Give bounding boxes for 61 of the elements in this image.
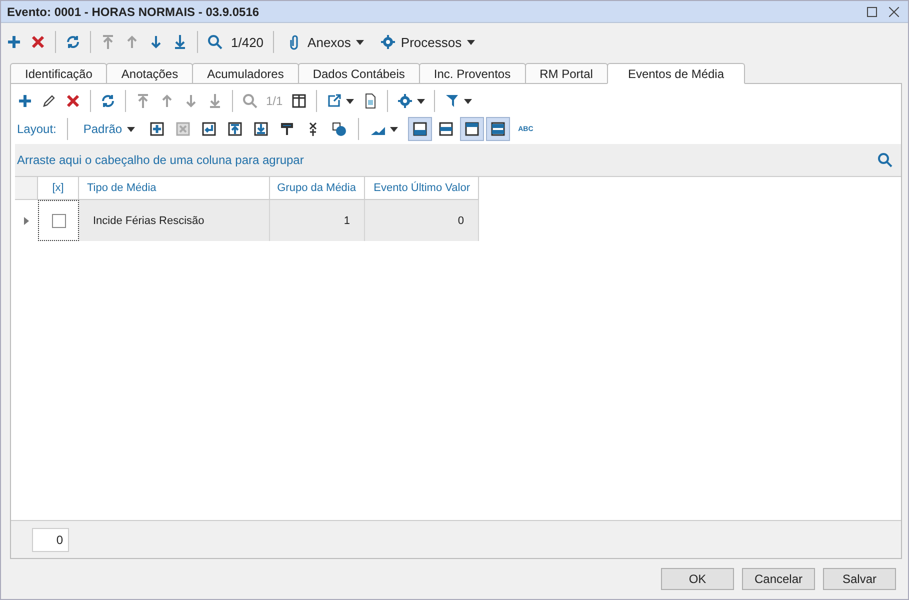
tab[interactable]: Dados Contábeis	[298, 63, 420, 84]
plus-icon[interactable]	[17, 93, 33, 109]
arrow-bottom-icon[interactable]	[172, 34, 188, 50]
caret-icon	[127, 126, 136, 132]
layout-toggle[interactable]	[460, 117, 484, 141]
refresh-icon[interactable]	[65, 34, 81, 50]
dialog-button[interactable]: Cancelar	[742, 568, 815, 590]
caret-icon[interactable]	[464, 98, 472, 104]
move-up-icon[interactable]	[227, 121, 244, 137]
layout-preset-menu[interactable]: Padrão	[79, 122, 140, 136]
filter-icon[interactable]	[444, 93, 460, 109]
table-cell: Incide Férias Rescisão	[79, 200, 270, 241]
layout-toggle[interactable]	[408, 117, 432, 141]
record-counter: 1/1	[266, 94, 283, 108]
count-field: 0	[32, 528, 69, 552]
refresh-icon[interactable]	[100, 93, 116, 109]
x-icon[interactable]	[65, 93, 81, 109]
tab[interactable]: Acumuladores	[192, 63, 299, 84]
dialog-button[interactable]: OK	[661, 568, 734, 590]
table-cell: 0	[365, 200, 479, 241]
column-header[interactable]: [x]	[38, 177, 79, 200]
x-icon[interactable]	[30, 34, 46, 50]
plus-icon[interactable]	[6, 34, 22, 50]
menu-button[interactable]: Anexos	[282, 34, 368, 50]
pencil-icon[interactable]	[41, 93, 57, 109]
export-icon[interactable]	[326, 93, 342, 109]
caret-icon[interactable]	[416, 98, 425, 104]
record-counter: 1/420	[231, 34, 264, 50]
shapes-icon[interactable]	[331, 121, 348, 137]
checkbox[interactable]	[52, 214, 66, 228]
tab[interactable]: Inc. Proventos	[418, 63, 526, 84]
paint-roller-icon[interactable]	[279, 121, 296, 137]
caret-icon[interactable]	[390, 126, 398, 132]
layout-toggle[interactable]	[486, 117, 510, 141]
tab[interactable]: RM Portal	[524, 63, 608, 84]
move-down-icon[interactable]	[253, 121, 270, 137]
row-pointer-icon	[24, 216, 29, 224]
tab[interactable]: Anotações	[106, 63, 194, 84]
column-header[interactable]: Grupo da Média	[270, 177, 365, 200]
bottom-bar-icon	[412, 121, 428, 137]
tab[interactable]: Identificação	[10, 63, 108, 84]
table-cell: 1	[270, 200, 365, 241]
tab[interactable]: Eventos de Média	[606, 63, 746, 84]
search-icon[interactable]	[877, 152, 893, 168]
caret-icon	[356, 40, 364, 44]
caret-icon	[466, 40, 475, 44]
top-bar-icon	[464, 121, 480, 137]
window-title: Evento: 0001 - HORAS NORMAIS - 03.9.0516	[7, 4, 260, 18]
two-bars-icon	[490, 121, 506, 137]
caret-icon[interactable]	[346, 98, 354, 104]
add-row-icon[interactable]	[149, 121, 166, 137]
menu-button[interactable]: Processos	[376, 34, 479, 50]
search-icon[interactable]	[207, 34, 223, 50]
middle-bar-icon	[438, 121, 454, 137]
column-header[interactable]: Tipo de Média	[79, 177, 270, 200]
group-hint: Arraste aqui o cabeçalho de uma coluna para agrupar	[17, 153, 304, 167]
layout-label: Layout:	[17, 122, 56, 136]
enter-icon[interactable]	[201, 121, 218, 137]
dialog-button[interactable]: Salvar	[823, 568, 896, 590]
column-header[interactable]: Evento Último Valor	[365, 177, 479, 200]
columns-icon[interactable]	[290, 93, 307, 109]
